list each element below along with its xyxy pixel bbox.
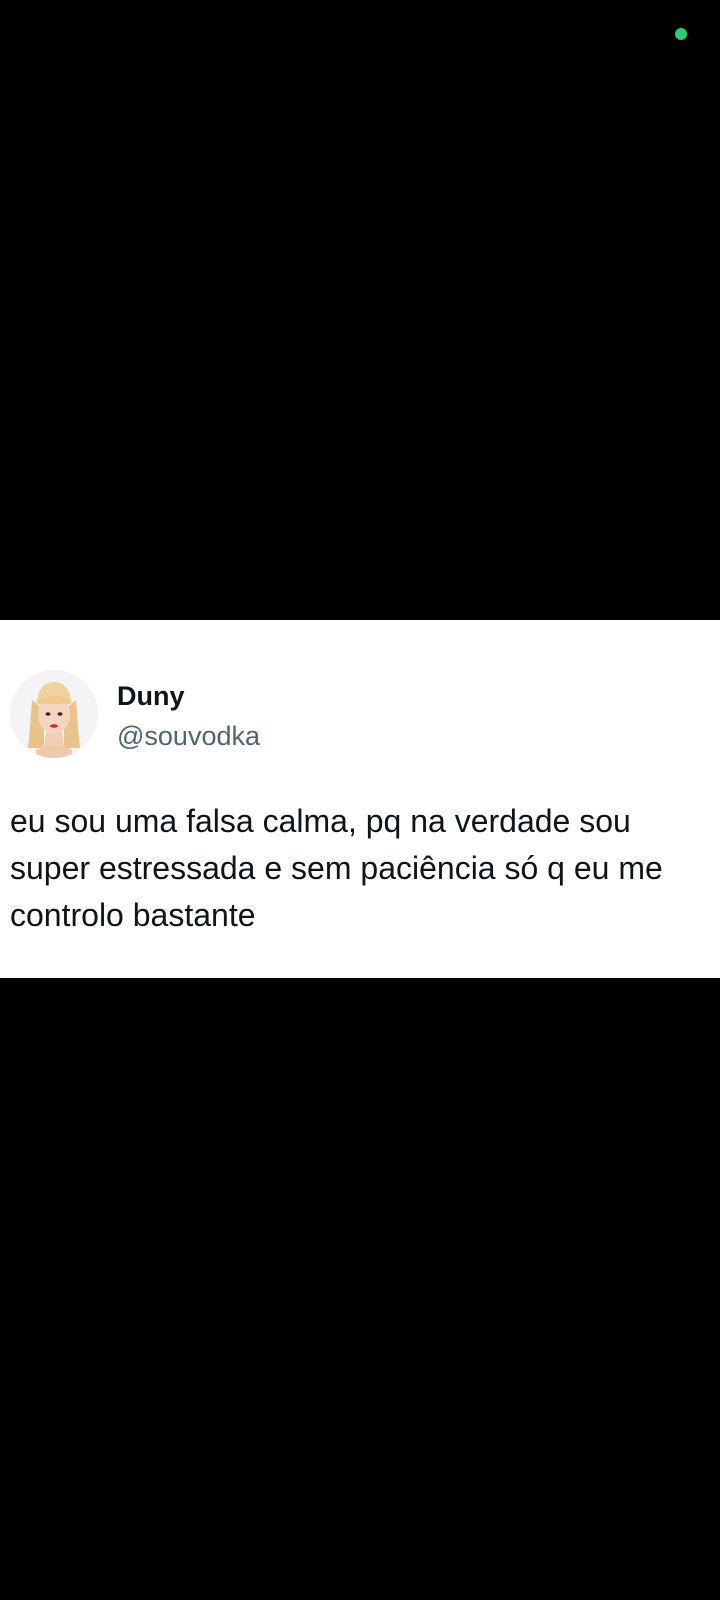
tweet-text: eu sou uma falsa calma, pq na verdade so… <box>10 803 663 933</box>
avatar-icon <box>10 670 98 758</box>
avatar[interactable] <box>10 670 98 758</box>
author-handle[interactable]: @souvodka <box>117 720 260 752</box>
tweet-card: Duny @souvodka eu sou uma falsa calma, p… <box>0 620 720 978</box>
author-display-name[interactable]: Duny <box>117 680 185 712</box>
privacy-indicator-dot <box>675 28 687 40</box>
